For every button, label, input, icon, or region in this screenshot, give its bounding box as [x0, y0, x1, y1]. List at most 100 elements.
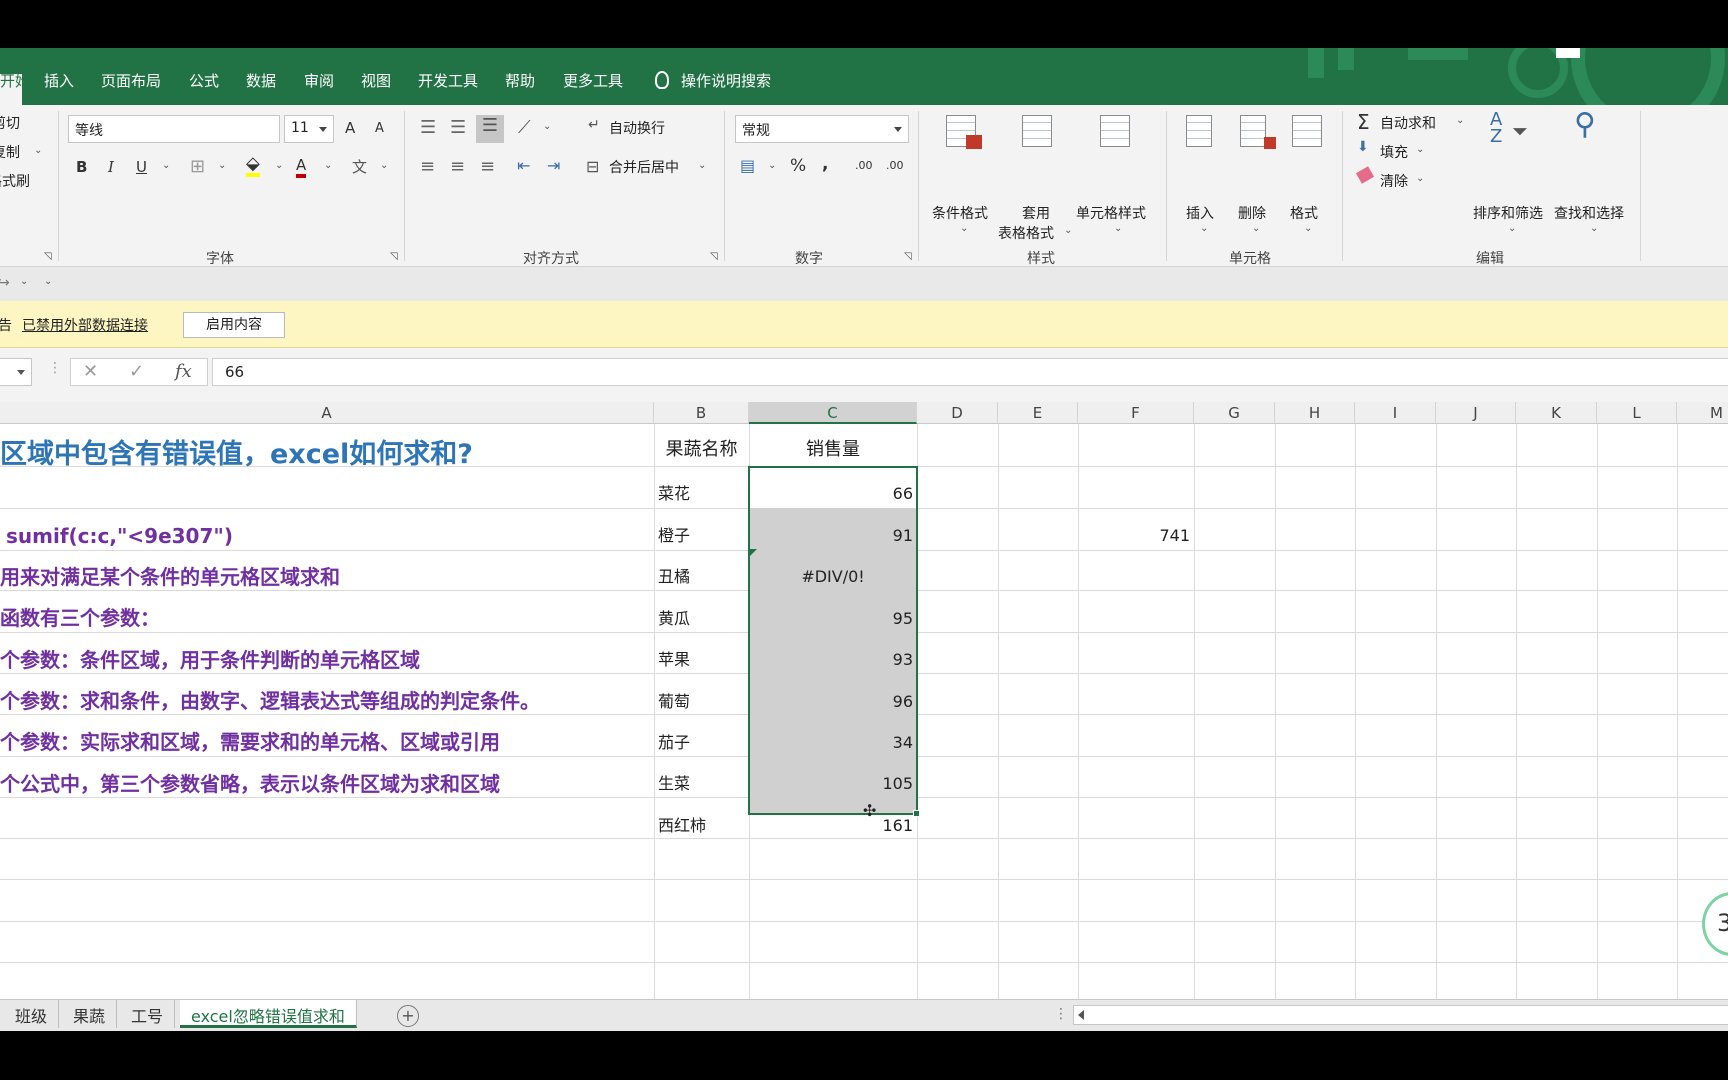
- warning-message[interactable]: 已禁用外部数据连接: [22, 315, 148, 335]
- fill-color-dropdown-icon[interactable]: ⌄: [275, 160, 283, 171]
- clear-button[interactable]: 清除: [1380, 171, 1408, 191]
- decrease-decimal-button[interactable]: .00: [886, 159, 904, 172]
- align-top-icon[interactable]: ☰: [420, 117, 436, 138]
- increase-decimal-button[interactable]: .00: [855, 159, 873, 172]
- tab-developer[interactable]: 开发工具: [418, 70, 478, 91]
- name-box[interactable]: [0, 358, 32, 386]
- sales-error-cell[interactable]: #DIV/0!: [749, 567, 917, 587]
- sort-filter-button[interactable]: 排序和筛选: [1473, 203, 1543, 223]
- orientation-icon[interactable]: ⟋: [518, 117, 531, 138]
- merge-dropdown-icon[interactable]: ⌄: [698, 160, 706, 171]
- column-header-d[interactable]: D: [917, 402, 998, 424]
- column-header-m[interactable]: M: [1677, 402, 1728, 424]
- align-center-icon[interactable]: ≡: [450, 156, 465, 177]
- cell-styles-button[interactable]: 单元格样式: [1076, 203, 1146, 223]
- font-color-dropdown-icon[interactable]: ⌄: [324, 160, 332, 171]
- header-produce-name[interactable]: 果蔬名称: [654, 440, 749, 460]
- produce-name-cell[interactable]: 西红柿: [658, 816, 706, 836]
- cancel-icon[interactable]: ✕: [83, 361, 98, 382]
- produce-name-cell[interactable]: 黄瓜: [658, 609, 690, 629]
- borders-dropdown-icon[interactable]: ⌄: [218, 160, 226, 171]
- fill-color-icon[interactable]: ⬙: [246, 155, 260, 177]
- formula-input[interactable]: 66: [212, 358, 1728, 386]
- tab-page-layout[interactable]: 页面布局: [101, 70, 161, 91]
- produce-name-cell[interactable]: 橙子: [658, 526, 690, 546]
- sheet-tab[interactable]: 工号: [120, 1000, 176, 1028]
- borders-icon[interactable]: ⊞: [190, 156, 205, 177]
- format-cells-button[interactable]: 格式: [1290, 203, 1318, 223]
- comma-button[interactable]: ,: [822, 154, 828, 174]
- tab-help[interactable]: 帮助: [505, 70, 535, 91]
- produce-name-cell[interactable]: 葡萄: [658, 692, 690, 712]
- percent-button[interactable]: %: [790, 156, 806, 176]
- sales-cell[interactable]: 96: [753, 692, 913, 712]
- column-header-e[interactable]: E: [998, 402, 1078, 424]
- align-left-icon[interactable]: ≡: [420, 156, 435, 177]
- tab-review[interactable]: 审阅: [304, 70, 334, 91]
- sheet-tab[interactable]: 班级: [4, 1000, 60, 1028]
- redo-icon[interactable]: ↪: [0, 275, 10, 291]
- sales-cell[interactable]: 95: [753, 609, 913, 629]
- align-middle-icon[interactable]: ☰: [450, 117, 466, 138]
- autosum-button[interactable]: 自动求和: [1380, 113, 1436, 133]
- bold-button[interactable]: B: [76, 158, 87, 176]
- cell-styles-dropdown-icon[interactable]: ⌄: [1114, 223, 1122, 234]
- produce-name-cell[interactable]: 生菜: [658, 774, 690, 794]
- sales-cell[interactable]: 93: [753, 650, 913, 670]
- italic-button[interactable]: I: [108, 158, 114, 176]
- number-launcher-icon[interactable]: ◹: [904, 251, 912, 262]
- produce-name-cell[interactable]: 苹果: [658, 650, 690, 670]
- spreadsheet-grid[interactable]: A B C D E F G H I J K L M 区域中包含有错误值，exce…: [0, 402, 1728, 1031]
- column-header-g[interactable]: G: [1194, 402, 1275, 424]
- orientation-dropdown-icon[interactable]: ⌄: [543, 121, 551, 132]
- fill-button[interactable]: 填充: [1380, 142, 1408, 162]
- scroll-left-icon[interactable]: [1078, 1010, 1084, 1020]
- insert-function-icon[interactable]: fx: [175, 361, 192, 382]
- format-painter-button[interactable]: 格式刷: [0, 171, 30, 191]
- align-bottom-icon[interactable]: ☰: [476, 115, 504, 143]
- merge-center-button[interactable]: 合并后居中: [609, 157, 679, 177]
- phonetic-button[interactable]: 文: [352, 156, 367, 177]
- tab-insert[interactable]: 插入: [44, 70, 74, 91]
- insert-dropdown-icon[interactable]: ⌄: [1200, 223, 1208, 234]
- customize-qat-icon[interactable]: ⌄: [44, 276, 52, 287]
- enter-icon[interactable]: ✓: [129, 361, 144, 382]
- tab-home[interactable]: 开始: [0, 72, 30, 105]
- delete-dropdown-icon[interactable]: ⌄: [1252, 223, 1260, 234]
- font-launcher-icon[interactable]: ◹: [390, 251, 398, 262]
- underline-dropdown-icon[interactable]: ⌄: [162, 160, 170, 171]
- conditional-format-button[interactable]: 条件格式: [932, 203, 988, 223]
- header-sales[interactable]: 销售量: [749, 440, 917, 460]
- floating-badge[interactable]: 3: [1702, 892, 1728, 956]
- fill-handle[interactable]: [913, 810, 920, 817]
- sales-cell[interactable]: 105: [753, 774, 913, 794]
- column-header-f[interactable]: F: [1078, 402, 1194, 424]
- tab-splitter-icon[interactable]: ⋮: [1054, 1006, 1068, 1022]
- find-dropdown-icon[interactable]: ⌄: [1590, 223, 1598, 234]
- horizontal-scrollbar[interactable]: [1073, 1005, 1728, 1025]
- tab-view[interactable]: 视图: [361, 70, 391, 91]
- increase-indent-icon[interactable]: ⇥: [547, 156, 560, 175]
- tab-formulas[interactable]: 公式: [189, 70, 219, 91]
- column-header-i[interactable]: I: [1355, 402, 1436, 424]
- accounting-dropdown-icon[interactable]: ⌄: [768, 160, 776, 171]
- fill-dropdown-icon[interactable]: ⌄: [1416, 144, 1424, 155]
- phonetic-dropdown-icon[interactable]: ⌄: [380, 160, 388, 171]
- find-select-button[interactable]: 查找和选择: [1554, 203, 1624, 223]
- underline-button[interactable]: U: [136, 158, 147, 176]
- enable-content-button[interactable]: 启用内容: [183, 312, 285, 338]
- column-header-j[interactable]: J: [1436, 402, 1516, 424]
- align-right-icon[interactable]: ≡: [480, 156, 495, 177]
- column-header-h[interactable]: H: [1275, 402, 1355, 424]
- sheet-tab[interactable]: 果蔬: [62, 1000, 118, 1028]
- delete-cells-button[interactable]: 删除: [1238, 203, 1266, 223]
- sum-result-cell[interactable]: 741: [1030, 526, 1190, 546]
- sheet-tab-active[interactable]: excel忽略错误值求和: [180, 1000, 357, 1028]
- format-as-table-button-line2[interactable]: 表格格式: [998, 223, 1054, 243]
- alignment-launcher-icon[interactable]: ◹: [710, 251, 718, 262]
- number-format-select[interactable]: 常规: [735, 115, 909, 143]
- redo-dropdown-icon[interactable]: ⌄: [20, 276, 28, 287]
- add-sheet-icon[interactable]: +: [397, 1005, 419, 1027]
- font-name-select[interactable]: 等线: [68, 115, 280, 143]
- column-header-l[interactable]: L: [1597, 402, 1677, 424]
